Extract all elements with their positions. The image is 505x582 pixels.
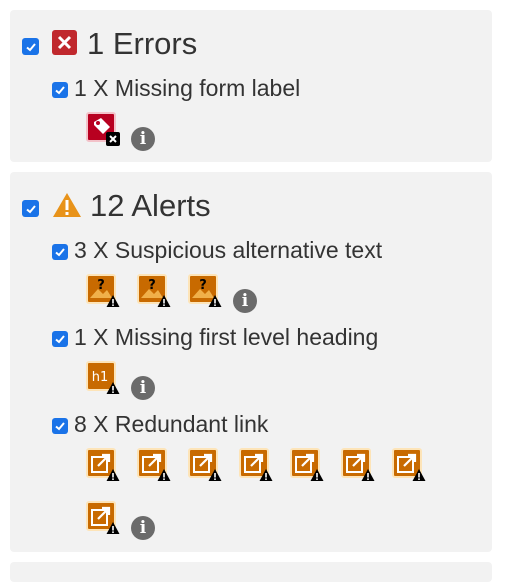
alert-badge-icon — [310, 469, 324, 481]
missing-form-label-text: 1 X Missing form label — [74, 75, 301, 101]
alert-badge-icon — [106, 295, 120, 307]
alert-badge-icon — [208, 469, 222, 481]
errors-checkbox[interactable] — [22, 38, 39, 55]
error-x-icon — [52, 30, 77, 55]
alert-badge-icon — [157, 469, 171, 481]
missing-h1-issue-icon[interactable]: h1 — [86, 361, 120, 395]
suspicious-alt-text-issue-icon[interactable]: ? — [86, 274, 120, 308]
alert-badge-icon — [106, 469, 120, 481]
alert-badge-icon — [106, 382, 120, 394]
alert-badge-icon — [361, 469, 375, 481]
suspicious-alt-text-label: 3 X Suspicious alternative text — [74, 237, 383, 263]
alerts-heading: 12 Alerts — [90, 188, 211, 223]
info-icon[interactable]: i — [131, 376, 155, 400]
errors-panel: 1 Errors 1 X Missing form label i — [10, 10, 492, 162]
svg-text:?: ? — [97, 278, 105, 293]
alert-triangle-icon — [53, 193, 81, 217]
suspicious-alt-text-issue-icon[interactable]: ? — [188, 274, 222, 308]
alert-badge-icon — [208, 295, 222, 307]
svg-text:?: ? — [199, 278, 207, 293]
redundant-link-issue-icon[interactable] — [392, 448, 426, 482]
redundant-link-label: 8 X Redundant link — [74, 411, 269, 437]
alert-badge-icon — [412, 469, 426, 481]
errors-heading: 1 Errors — [87, 26, 198, 61]
info-icon[interactable]: i — [131, 516, 155, 540]
alerts-checkbox[interactable] — [22, 200, 39, 217]
redundant-link-issue-icon[interactable] — [86, 448, 120, 482]
svg-text:?: ? — [148, 278, 156, 293]
alerts-panel: 12 Alerts 3 X Suspicious alternative tex… — [10, 172, 492, 552]
next-panel — [10, 562, 492, 582]
redundant-link-issue-icon[interactable] — [188, 448, 222, 482]
missing-form-label-checkbox[interactable] — [52, 82, 68, 98]
suspicious-alt-text-checkbox[interactable] — [52, 244, 68, 260]
info-icon[interactable]: i — [233, 289, 257, 313]
redundant-link-issue-icon[interactable] — [290, 448, 324, 482]
missing-h1-checkbox[interactable] — [52, 331, 68, 347]
redundant-link-checkbox[interactable] — [52, 418, 68, 434]
alert-badge-icon — [259, 469, 273, 481]
redundant-link-issue-icon[interactable] — [239, 448, 273, 482]
alert-badge-icon — [157, 295, 171, 307]
missing-h1-label: 1 X Missing first level heading — [74, 324, 379, 350]
redundant-link-issue-icon[interactable] — [86, 501, 120, 535]
redundant-link-issue-icon[interactable] — [341, 448, 375, 482]
info-icon[interactable]: i — [131, 127, 155, 151]
alert-badge-icon — [106, 522, 120, 534]
redundant-link-issue-icon[interactable] — [137, 448, 171, 482]
suspicious-alt-text-issue-icon[interactable]: ? — [137, 274, 171, 308]
missing-form-label-issue-icon[interactable] — [86, 112, 120, 146]
error-badge-icon — [106, 132, 120, 146]
